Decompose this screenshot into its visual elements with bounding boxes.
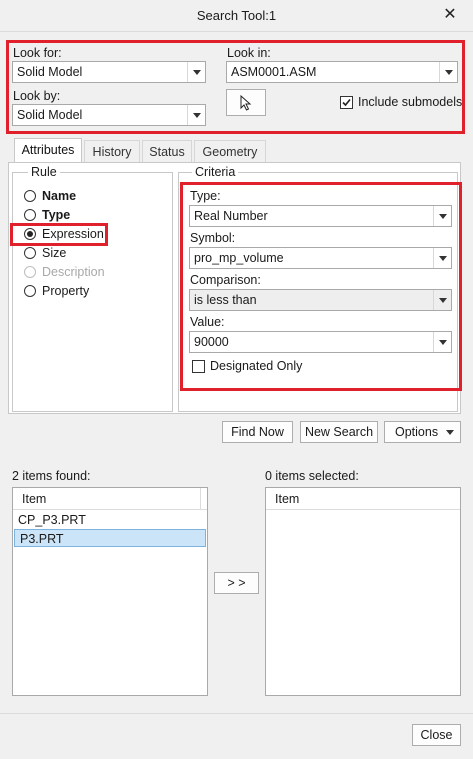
chevron-down-icon [433, 332, 451, 352]
rule-group-title: Rule [28, 165, 60, 179]
look-for-value: Solid Model [17, 65, 83, 79]
list-item[interactable]: P3.PRT [14, 529, 206, 547]
footer-divider [0, 713, 473, 714]
found-items-list[interactable]: Item CP_P3.PRT P3.PRT [12, 487, 208, 696]
chevron-down-icon [433, 248, 451, 268]
options-label: Options [395, 425, 439, 439]
type-label: Type: [190, 189, 221, 203]
rule-expression-radio[interactable] [24, 228, 36, 240]
add-to-selection-button[interactable]: > > [214, 572, 259, 594]
rule-group [12, 172, 173, 412]
comparison-dropdown[interactable]: is less than [189, 289, 452, 311]
look-for-dropdown[interactable]: Solid Model [12, 61, 206, 83]
close-icon[interactable]: ✕ [441, 6, 459, 24]
tab-history[interactable]: History [84, 140, 140, 164]
designated-only-label[interactable]: Designated Only [210, 359, 302, 373]
look-in-label: Look in: [227, 46, 271, 60]
items-selected-label: 0 items selected: [265, 469, 359, 483]
list-item[interactable]: CP_P3.PRT [13, 511, 207, 529]
rule-size-label[interactable]: Size [42, 246, 66, 260]
value-dropdown[interactable]: 90000 [189, 331, 452, 353]
rule-description-radio [24, 266, 36, 278]
rule-type-label[interactable]: Type [42, 208, 70, 222]
chevron-down-icon [187, 105, 205, 125]
designated-only-checkbox[interactable] [192, 360, 205, 373]
rule-expression-label[interactable]: Expression [42, 227, 104, 241]
rule-size-radio[interactable] [24, 247, 36, 259]
value-value: 90000 [194, 335, 229, 349]
chevron-down-icon [433, 206, 451, 226]
symbol-value: pro_mp_volume [194, 251, 284, 265]
type-dropdown[interactable]: Real Number [189, 205, 452, 227]
rule-description-label: Description [42, 265, 105, 279]
look-by-label: Look by: [13, 89, 61, 103]
selected-items-list[interactable]: Item [265, 487, 461, 696]
tab-geometry[interactable]: Geometry [194, 140, 266, 164]
rule-property-radio[interactable] [24, 285, 36, 297]
chevron-down-icon [439, 62, 457, 82]
options-button[interactable]: Options [384, 421, 461, 443]
chevron-down-icon [187, 62, 205, 82]
find-now-button[interactable]: Find Now [222, 421, 293, 443]
look-in-value: ASM0001.ASM [231, 65, 317, 79]
cursor-icon [240, 94, 252, 111]
new-search-button[interactable]: New Search [300, 421, 378, 443]
item-column-header: Item [22, 492, 47, 506]
rule-name-label[interactable]: Name [42, 189, 76, 203]
chevron-down-icon [446, 430, 454, 435]
items-found-label: 2 items found: [12, 469, 91, 483]
include-submodels-label[interactable]: Include submodels [358, 95, 462, 109]
check-icon [342, 98, 351, 107]
tab-status[interactable]: Status [142, 140, 192, 164]
include-submodels-checkbox[interactable] [340, 96, 353, 109]
selected-list-header[interactable]: Item [266, 488, 460, 510]
tab-attributes[interactable]: Attributes [14, 138, 82, 163]
look-for-label: Look for: [13, 46, 62, 60]
found-list-header[interactable]: Item [13, 488, 207, 510]
criteria-group-title: Criteria [192, 165, 239, 179]
chevron-down-icon [433, 290, 451, 310]
select-model-button[interactable] [226, 89, 266, 116]
comparison-value: is less than [194, 293, 257, 307]
column-divider [200, 488, 201, 510]
look-by-dropdown[interactable]: Solid Model [12, 104, 206, 126]
look-in-dropdown[interactable]: ASM0001.ASM [226, 61, 458, 83]
rule-type-radio[interactable] [24, 209, 36, 221]
window-title: Search Tool:1 [196, 8, 277, 23]
symbol-label: Symbol: [190, 231, 236, 245]
item-column-header: Item [275, 492, 300, 506]
symbol-dropdown[interactable]: pro_mp_volume [189, 247, 452, 269]
rule-name-radio[interactable] [24, 190, 36, 202]
value-label: Value: [190, 315, 225, 329]
comparison-label: Comparison: [190, 273, 261, 287]
title-bar: Search Tool:1 ✕ [0, 0, 473, 32]
type-value: Real Number [194, 209, 268, 223]
look-by-value: Solid Model [17, 108, 83, 122]
close-button[interactable]: Close [412, 724, 461, 746]
rule-property-label[interactable]: Property [42, 284, 89, 298]
